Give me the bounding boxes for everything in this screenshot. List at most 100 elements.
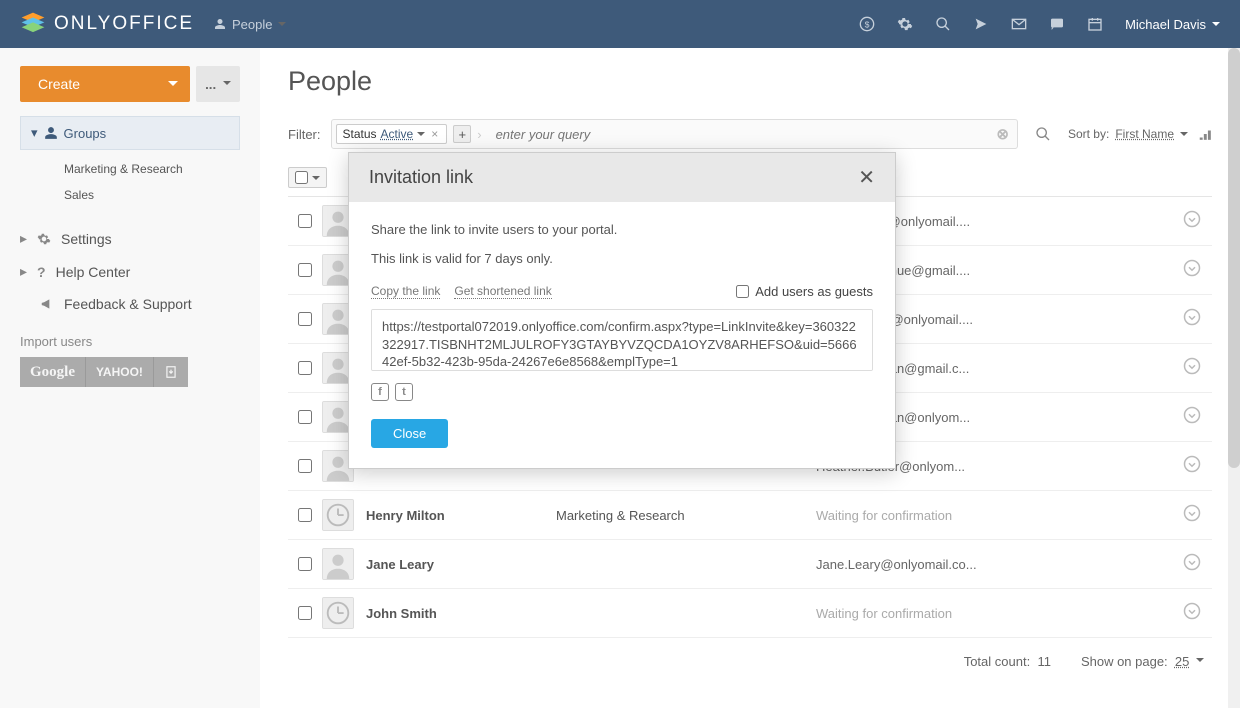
clock-icon — [322, 597, 354, 629]
svg-text:$: $ — [865, 19, 870, 29]
filter-chip-status[interactable]: Status Active × — [336, 124, 448, 144]
row-checkbox[interactable] — [298, 361, 312, 375]
total-count-label: Total count: — [964, 654, 1031, 669]
payments-icon[interactable]: $ — [859, 16, 875, 32]
sidebar-group-item[interactable]: Sales — [20, 182, 240, 208]
row-menu-button[interactable] — [1172, 210, 1212, 233]
row-checkbox[interactable] — [298, 410, 312, 424]
sidebar-group-item[interactable]: Marketing & Research — [20, 156, 240, 182]
other-actions-button[interactable]: ... — [196, 66, 240, 102]
row-checkbox[interactable] — [298, 459, 312, 473]
modal-title: Invitation link — [369, 167, 473, 188]
table-row: John Smith Waiting for confirmation — [288, 589, 1212, 638]
logo[interactable]: ONLYOFFICE — [20, 11, 194, 37]
clear-filter-icon[interactable]: ⊗ — [988, 125, 1017, 143]
import-google-button[interactable]: Google — [20, 357, 86, 387]
sort-direction-icon[interactable] — [1198, 127, 1212, 141]
share-facebook-icon[interactable]: f — [371, 383, 389, 401]
row-menu-button[interactable] — [1172, 602, 1212, 625]
file-arrow-icon — [164, 365, 178, 379]
scroll-thumb[interactable] — [1228, 48, 1240, 468]
chat-icon[interactable] — [1049, 16, 1065, 32]
chevron-down-icon — [417, 132, 425, 140]
row-menu-button[interactable] — [1172, 406, 1212, 429]
modal-intro-text: Share the link to invite users to your p… — [371, 222, 873, 237]
create-button[interactable]: Create — [20, 66, 190, 102]
chevron-down-icon — [1196, 658, 1204, 666]
search-icon[interactable] — [935, 16, 951, 32]
avatar — [322, 548, 354, 580]
row-menu-button[interactable] — [1172, 504, 1212, 527]
close-button[interactable]: Close — [371, 419, 448, 448]
row-checkbox[interactable] — [298, 606, 312, 620]
filter-bar: Filter: Status Active × + › ⊗ Sort by: F… — [288, 119, 1212, 149]
import-yahoo-button[interactable]: YAHOO! — [86, 357, 154, 387]
copy-link-button[interactable]: Copy the link — [371, 284, 440, 299]
user-menu[interactable]: Michael Davis — [1125, 17, 1220, 32]
share-twitter-icon[interactable]: t — [395, 383, 413, 401]
total-count-value: 11 — [1037, 654, 1051, 669]
sort-selector[interactable]: First Name — [1115, 127, 1174, 141]
row-menu-button[interactable] — [1172, 553, 1212, 576]
person-name[interactable]: Henry Milton — [366, 508, 556, 523]
expand-icon: ▸ — [20, 263, 27, 280]
add-filter-button[interactable]: + — [453, 125, 471, 143]
select-all-checkbox[interactable] — [288, 167, 327, 188]
row-menu-button[interactable] — [1172, 357, 1212, 380]
table-row: Jane Leary Jane.Leary@onlyomail.co... — [288, 540, 1212, 589]
row-menu-button[interactable] — [1172, 308, 1212, 331]
person-name[interactable]: John Smith — [366, 606, 556, 621]
chevron-down-icon — [1212, 22, 1220, 30]
calendar-icon[interactable] — [1087, 16, 1103, 32]
shorten-link-button[interactable]: Get shortened link — [454, 284, 551, 299]
row-checkbox[interactable] — [298, 214, 312, 228]
sidebar-item-feedback[interactable]: Feedback & Support — [20, 288, 240, 320]
people-icon — [44, 126, 58, 140]
help-icon: ? — [37, 264, 46, 280]
onlyoffice-logo-icon — [20, 11, 46, 37]
scrollbar[interactable] — [1228, 48, 1240, 708]
sidebar-item-settings[interactable]: ▸ Settings — [20, 222, 240, 255]
header: ONLYOFFICE People $ Michael Davis — [0, 0, 1240, 48]
search-icon — [1035, 126, 1051, 142]
gear-icon[interactable] — [897, 16, 913, 32]
table-row: Henry MiltonMarketing & ResearchWaiting … — [288, 491, 1212, 540]
collapse-icon: ▾ — [31, 125, 38, 141]
page-title: People — [288, 66, 1212, 97]
logo-text: ONLYOFFICE — [54, 13, 194, 35]
import-users-label: Import users — [20, 334, 240, 349]
module-selector[interactable]: People — [214, 17, 286, 32]
row-menu-button[interactable] — [1172, 259, 1212, 282]
mail-icon[interactable] — [1011, 16, 1027, 32]
sidebar: Create ... ▾ Groups Marketing & Research… — [0, 48, 260, 708]
row-checkbox[interactable] — [298, 508, 312, 522]
remove-filter-icon[interactable]: × — [429, 127, 440, 141]
row-checkbox[interactable] — [298, 263, 312, 277]
sidebar-item-help[interactable]: ▸ ? Help Center — [20, 255, 240, 288]
row-menu-button[interactable] — [1172, 455, 1212, 478]
person-name[interactable]: Jane Leary — [366, 557, 556, 572]
chevron-down-icon — [312, 176, 320, 184]
invitation-link-field[interactable] — [371, 309, 873, 371]
search-button[interactable] — [1028, 119, 1058, 149]
clock-icon — [322, 499, 354, 531]
chevron-down-icon — [278, 22, 286, 30]
per-page-selector[interactable]: 25 — [1175, 654, 1189, 669]
expand-icon: ▸ — [20, 230, 27, 247]
close-icon[interactable]: ✕ — [858, 165, 875, 190]
person-email: Waiting for confirmation — [816, 508, 1172, 523]
table-footer: Total count: 11 Show on page: 25 — [288, 638, 1212, 685]
person-email[interactable]: Jane.Leary@onlyomail.co... — [816, 557, 1172, 572]
row-checkbox[interactable] — [298, 312, 312, 326]
sort-label: Sort by: — [1068, 127, 1109, 141]
import-file-button[interactable] — [154, 357, 188, 387]
feed-icon[interactable] — [973, 16, 989, 32]
person-email: Waiting for confirmation — [816, 606, 1172, 621]
per-page-label: Show on page: — [1081, 654, 1168, 669]
import-users-buttons: Google YAHOO! — [20, 357, 240, 387]
add-as-guests-checkbox[interactable]: Add users as guests — [736, 284, 873, 299]
row-checkbox[interactable] — [298, 557, 312, 571]
chevron-down-icon — [223, 81, 231, 89]
filter-query-input[interactable] — [488, 127, 989, 142]
sidebar-groups-header[interactable]: ▾ Groups — [20, 116, 240, 150]
